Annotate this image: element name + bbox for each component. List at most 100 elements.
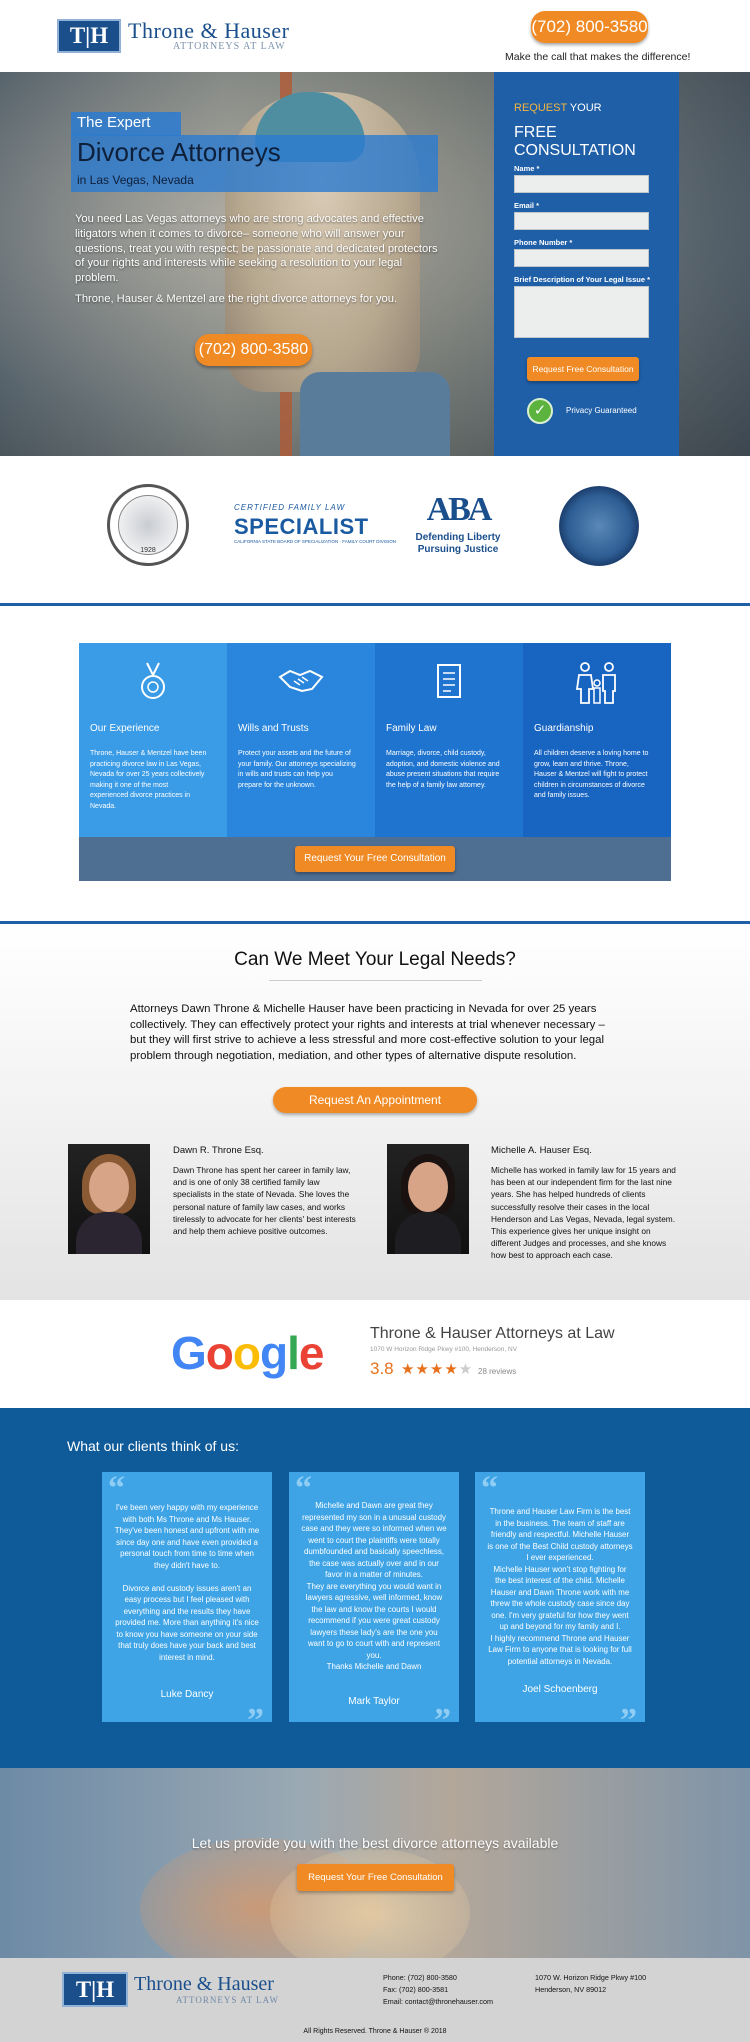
- quote-close-icon: ”: [247, 1702, 264, 1739]
- service-card-family-law: Family Law Marriage, divorce, child cust…: [375, 643, 523, 837]
- services-section: Our Experience Throne, Hauser & Mentzel …: [79, 643, 671, 881]
- photo-face: [89, 1162, 129, 1212]
- google-letter: G: [171, 1327, 207, 1379]
- service-title: Wills and Trusts: [238, 723, 309, 734]
- privacy-note: Privacy Guaranteed: [566, 406, 637, 415]
- stars-filled: ★★★★: [401, 1361, 459, 1378]
- service-title: Our Experience: [90, 723, 160, 734]
- testimonial-text: Michelle and Dawn are great they represe…: [301, 1501, 447, 1671]
- quote-close-icon: ”: [620, 1702, 637, 1739]
- service-title: Guardianship: [534, 723, 594, 734]
- form-heading-rest: YOUR: [566, 102, 602, 114]
- medal-icon: [79, 661, 227, 709]
- testimonial-author: Luke Dancy: [160, 1689, 214, 1700]
- issue-textarea[interactable]: [514, 286, 649, 338]
- service-title: Family Law: [386, 723, 437, 734]
- hero-kicker: The Expert: [77, 114, 151, 131]
- phone-label: Phone Number *: [514, 238, 573, 247]
- photo-face: [408, 1162, 448, 1212]
- testimonial-card: “ Michelle and Dawn are great they repre…: [289, 1470, 459, 1739]
- google-business-name[interactable]: Throne & Hauser Attorneys at Law: [370, 1325, 615, 1343]
- request-consultation-button[interactable]: Request Free Consultation: [527, 357, 639, 381]
- copyright: All Rights Reserved. Throne & Hauser ® 2…: [303, 2028, 447, 2035]
- google-letter: e: [298, 1327, 325, 1379]
- testimonial-text: Throne and Hauser Law Firm is the best i…: [487, 1507, 633, 1666]
- nevada-seal-icon: [559, 486, 639, 566]
- service-text: Throne, Hauser & Mentzel have been pract…: [90, 750, 207, 810]
- service-card-experience: Our Experience Throne, Hauser & Mentzel …: [79, 643, 227, 837]
- quote-close-icon: ”: [434, 1702, 451, 1739]
- star-rating-icon: ★★★★★: [401, 1360, 473, 1378]
- request-consultation-button[interactable]: Request Your Free Consultation: [295, 846, 455, 872]
- site-header: T|H Throne & Hauser ATTORNEYS AT LAW (70…: [0, 0, 750, 72]
- name-field[interactable]: [514, 175, 649, 193]
- hero-paragraph: You need Las Vegas attorneys who are str…: [75, 213, 438, 285]
- footer-logo-subtitle: ATTORNEYS AT LAW: [176, 1995, 279, 2005]
- testimonial-card: “ Throne and Hauser Law Firm is the best…: [475, 1470, 645, 1739]
- testimonial-text: I've been very happy with my experience …: [114, 1503, 260, 1662]
- logo-subtitle: ATTORNEYS AT LAW: [173, 41, 286, 52]
- form-heading-main: FREE CONSULTATION: [514, 124, 636, 159]
- footer-phone[interactable]: Phone: (702) 800-3580: [383, 1973, 457, 1982]
- google-letter: o: [205, 1327, 234, 1379]
- testimonials-section: What our clients think of us: “ I've bee…: [0, 1408, 750, 1768]
- certified-label: CERTIFIED FAMILY LAW: [234, 503, 346, 512]
- google-letter: l: [287, 1327, 300, 1379]
- request-consultation-button[interactable]: Request Your Free Consultation: [297, 1864, 454, 1891]
- testimonial-author: Joel Schoenberg: [522, 1684, 598, 1695]
- state-bar-seal-icon: 1928: [107, 484, 189, 566]
- attorney-name: Dawn R. Throne Esq.: [173, 1145, 264, 1156]
- header-phone-button[interactable]: (702) 800-3580: [531, 11, 648, 43]
- request-appointment-button[interactable]: Request An Appointment: [273, 1087, 477, 1113]
- document-icon: [375, 661, 523, 709]
- state-bar-seal-center: [118, 495, 178, 555]
- service-text: Protect your assets and the future of yo…: [238, 750, 356, 789]
- stars-empty: ★: [458, 1361, 474, 1378]
- aba-motto-line1: Defending Liberty: [415, 532, 501, 543]
- hero-photo-legs: [300, 372, 450, 456]
- testimonial-card: “ I've been very happy with my experienc…: [102, 1470, 272, 1739]
- footer-logo-name[interactable]: Throne & Hauser: [134, 1973, 274, 1996]
- logo-mark[interactable]: T|H: [57, 19, 121, 53]
- service-card-wills: Wills and Trusts Protect your assets and…: [227, 643, 375, 837]
- footer-address-line2: Henderson, NV 89012: [535, 1985, 607, 1994]
- hero-phone-button[interactable]: (702) 800-3580: [195, 334, 312, 366]
- email-label: Email *: [514, 201, 540, 210]
- checkmark-icon: ✓: [527, 398, 553, 424]
- service-text: All children deserve a loving home to gr…: [534, 750, 649, 800]
- credentials-strip: 1928 CERTIFIED FAMILY LAW SPECIALIST CAL…: [0, 456, 750, 603]
- google-review-strip: Google Throne & Hauser Attorneys at Law …: [0, 1300, 750, 1408]
- legal-needs-section: Can We Meet Your Legal Needs? Attorneys …: [0, 924, 750, 1300]
- footer-email[interactable]: Email: contact@thronehauser.com: [383, 1997, 493, 2006]
- service-card-guardianship: Guardianship All children deserve a lovi…: [523, 643, 671, 837]
- photo-body: [76, 1212, 142, 1254]
- aba-logo-icon: ABA: [426, 491, 493, 528]
- email-field[interactable]: [514, 212, 649, 230]
- google-rating: 3.8: [370, 1359, 394, 1378]
- service-text: Marriage, divorce, child custody, adopti…: [386, 750, 500, 789]
- attorney-bio: Michelle has worked in family law for 15…: [491, 1165, 676, 1261]
- consultation-form: REQUEST YOUR FREE CONSULTATION Name * Em…: [494, 72, 679, 456]
- hero-subtitle: in Las Vegas, Nevada: [77, 173, 194, 187]
- phone-field[interactable]: [514, 249, 649, 267]
- google-review-count[interactable]: 28 reviews: [478, 1367, 516, 1376]
- hero-paragraph: Throne, Hauser & Mentzel are the right d…: [75, 292, 398, 305]
- section-title: What our clients think of us:: [67, 1438, 239, 1454]
- cta-heading: Let us provide you with the best divorce…: [191, 1835, 559, 1851]
- footer-address-line1: 1070 W. Horizon Ridge Pkwy #100: [535, 1973, 647, 1982]
- hero-body: You need Las Vegas attorneys who are str…: [75, 212, 441, 313]
- section-divider: [0, 603, 750, 606]
- cta-section: Let us provide you with the best divorce…: [0, 1768, 750, 1958]
- attorney-name: Michelle A. Hauser Esq.: [491, 1145, 592, 1156]
- form-heading-accent: REQUEST: [514, 102, 567, 114]
- state-bar-seal-year: 1928: [140, 547, 156, 554]
- issue-label: Brief Description of Your Legal Issue *: [514, 275, 651, 284]
- specialist-label: SPECIALIST: [234, 514, 369, 539]
- footer-fax: Fax: (702) 800-3581: [383, 1985, 449, 1994]
- hero-title: Divorce Attorneys: [77, 137, 281, 167]
- form-heading: REQUEST YOUR: [514, 102, 602, 114]
- footer-logo-mark[interactable]: T|H: [62, 1972, 128, 2007]
- google-logo[interactable]: Google: [171, 1326, 325, 1380]
- title-underline: [269, 980, 482, 981]
- site-footer: T|H Throne & Hauser ATTORNEYS AT LAW Pho…: [0, 1958, 750, 2042]
